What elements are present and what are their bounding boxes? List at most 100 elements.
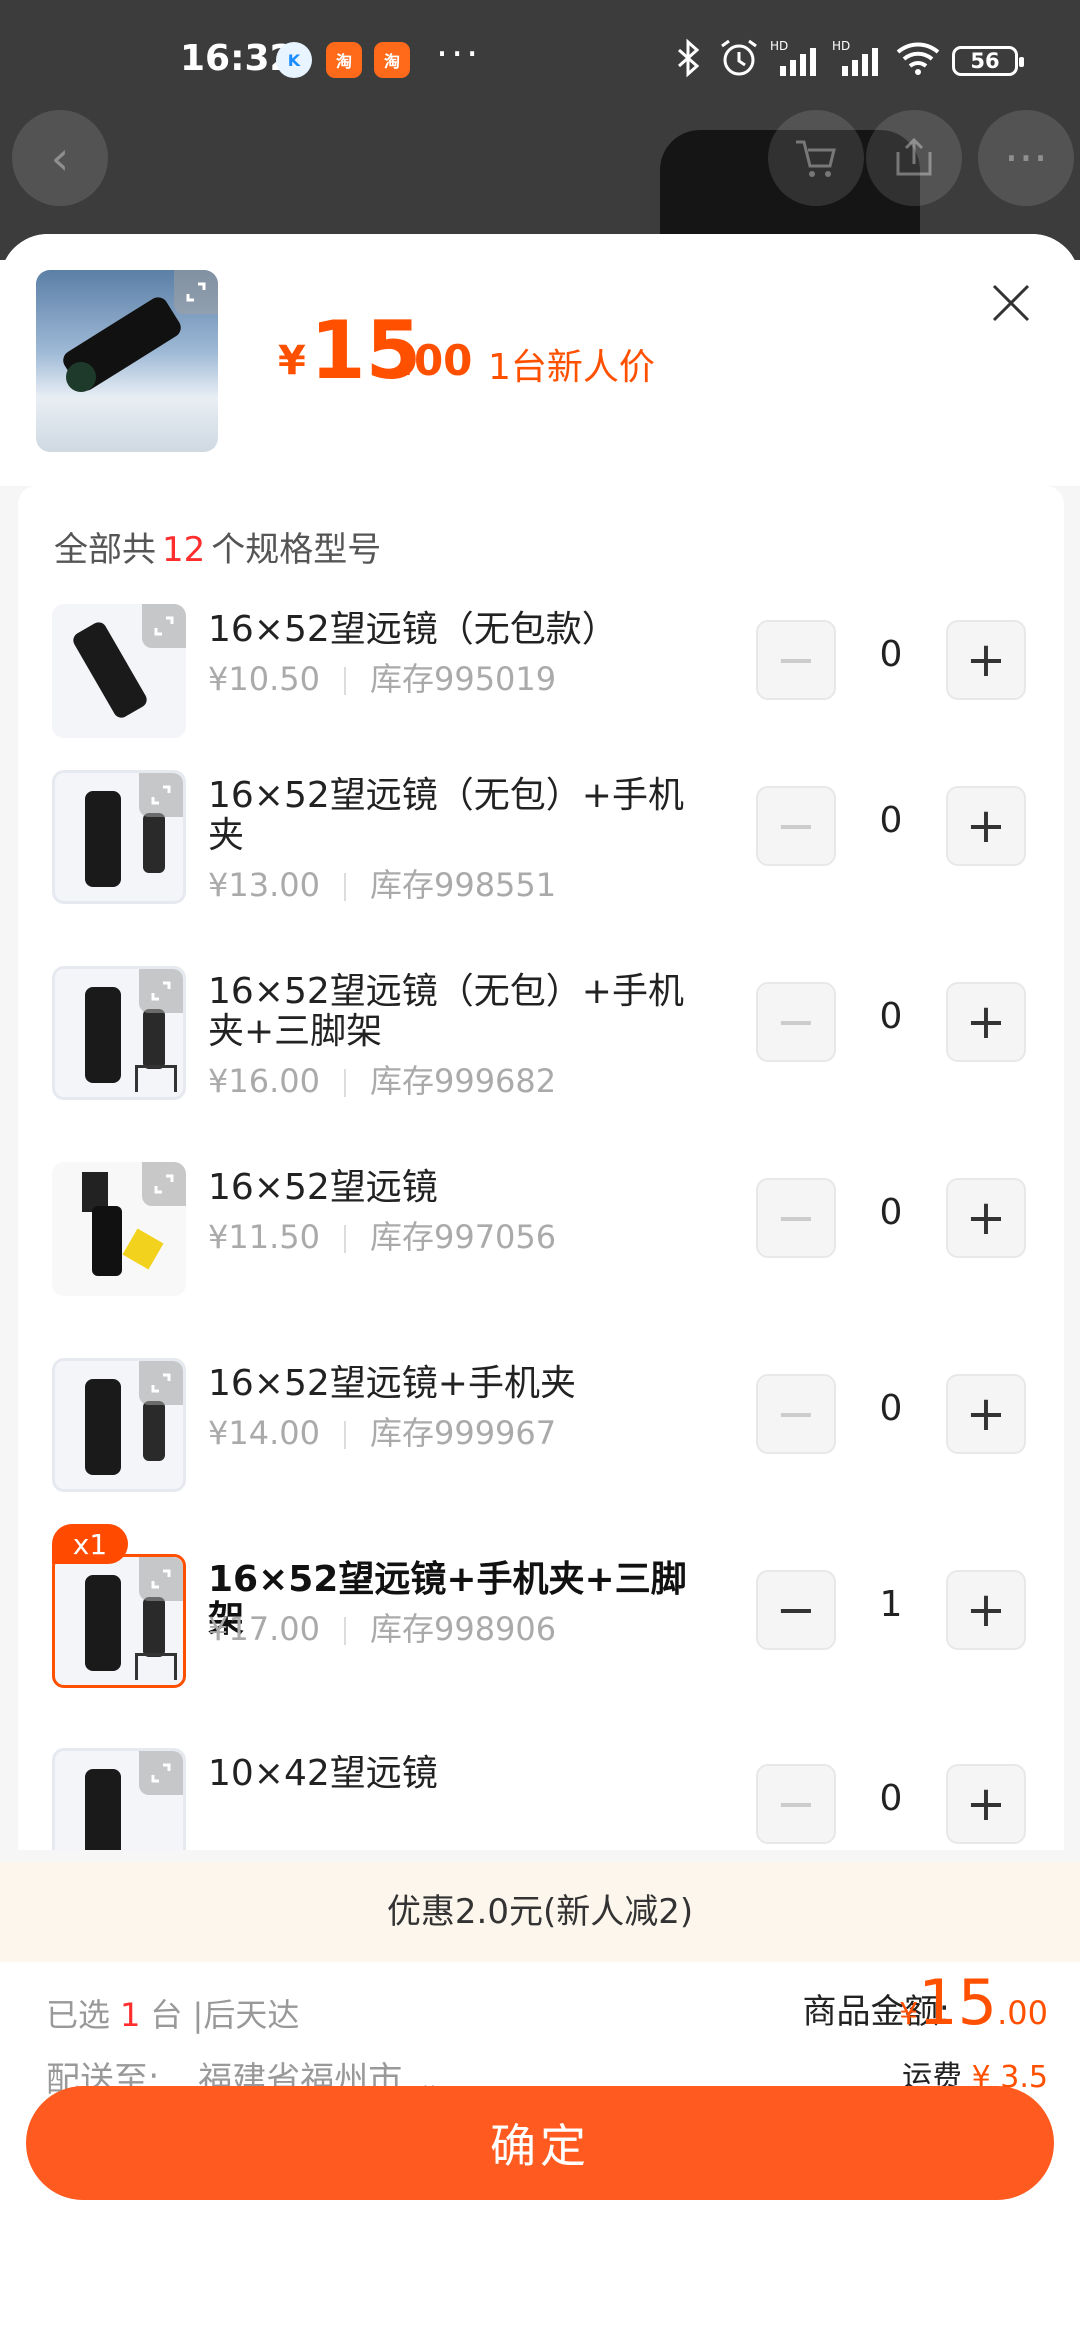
sku-thumbnail[interactable] <box>52 1162 186 1296</box>
sku-row[interactable]: 16×52望远镜+手机夹 ¥14.00 库存999967 − 0 + <box>18 1358 1064 1508</box>
decrement-button[interactable]: − <box>756 1374 836 1454</box>
quantity-value: 0 <box>879 800 903 841</box>
sku-count-prefix: 全部共 <box>54 530 156 570</box>
expand-image-icon[interactable] <box>139 1751 183 1795</box>
alarm-icon <box>721 39 757 76</box>
share-icon <box>866 110 962 206</box>
sku-stock: 库存998906 <box>369 1610 557 1648</box>
sku-meta: ¥13.00 库存998551 <box>208 860 556 906</box>
amount-decimal: .00 <box>997 1994 1048 2032</box>
quantity-stepper[interactable]: − 0 + <box>756 1178 1056 1264</box>
taobao-app-icon-2: 淘 <box>374 42 410 78</box>
decrement-button[interactable]: − <box>756 1570 836 1650</box>
sku-price: ¥13.00 <box>208 866 320 904</box>
selected-prefix: 已选 <box>46 1996 111 2034</box>
signal-hd-icon: HD <box>770 39 816 76</box>
total-amount: ¥15.00 <box>899 1966 1048 2039</box>
decrement-button[interactable]: − <box>756 786 836 866</box>
sku-thumbnail[interactable] <box>52 966 186 1100</box>
sku-row[interactable]: 16×52望远镜（无包款） ¥10.50 库存995019 − 0 + <box>18 604 1064 754</box>
decrement-button[interactable]: − <box>756 982 836 1062</box>
expand-image-icon[interactable] <box>142 1162 186 1206</box>
selected-suffix: 台 |后天达 <box>150 1996 300 2034</box>
signal-hd-icon-2: HD <box>832 39 878 76</box>
sku-list[interactable]: 全部共 12 个规格型号 16×52望远镜（无包款） ¥10.50 库存995019 … <box>18 486 1064 1850</box>
sku-thumbnail[interactable] <box>52 1748 186 1850</box>
sku-meta: ¥17.00 库存998906 <box>208 1604 556 1650</box>
decrement-button[interactable]: − <box>756 1178 836 1258</box>
increment-button[interactable]: + <box>946 1570 1026 1650</box>
sku-thumbnail[interactable] <box>52 770 186 904</box>
sku-thumbnail[interactable] <box>52 1358 186 1492</box>
increment-button[interactable]: + <box>946 982 1026 1062</box>
quantity-stepper[interactable]: − 0 + <box>756 1764 1056 1850</box>
amount-currency: ¥ <box>899 1997 919 2032</box>
sku-stock: 库存999682 <box>369 1062 557 1100</box>
sku-row[interactable]: 10×42望远镜 − 0 + <box>18 1748 1064 1850</box>
battery-indicator: 56 <box>952 46 1024 76</box>
sku-meta: ¥14.00 库存999967 <box>208 1408 556 1454</box>
expand-image-icon[interactable] <box>174 270 218 314</box>
sku-meta: ¥16.00 库存999682 <box>208 1056 556 1102</box>
amount-integer: 15 <box>918 1966 998 2039</box>
quantity-value: 0 <box>879 996 903 1037</box>
sku-count-suffix: 个规格型号 <box>211 530 382 570</box>
status-bar: 16:32 K 淘 淘 ··· HD HD 56 <box>0 0 1080 120</box>
sku-row[interactable]: 16×52望远镜（无包）+手机夹+三脚架 ¥16.00 库存999682 − 0 … <box>18 966 1064 1116</box>
sku-stock: 库存995019 <box>369 660 557 698</box>
back-icon: ‹ <box>12 110 108 206</box>
increment-button[interactable]: + <box>946 620 1026 700</box>
expand-image-icon[interactable] <box>142 604 186 648</box>
expand-image-icon[interactable] <box>139 1557 183 1601</box>
sku-name: 16×52望远镜 <box>208 1167 438 1208</box>
decrement-button[interactable]: − <box>756 620 836 700</box>
selected-summary: 已选 1 台 |后天达 <box>46 1990 299 2036</box>
sku-meta: ¥10.50 库存995019 <box>208 654 556 700</box>
increment-button[interactable]: + <box>946 1178 1026 1258</box>
svg-text:HD: HD <box>770 39 788 53</box>
confirm-button[interactable]: 确定 <box>26 2086 1054 2200</box>
more-icon: ··· <box>978 110 1074 206</box>
quantity-value: 0 <box>879 634 903 675</box>
selected-quantity-badge: x1 <box>52 1524 128 1564</box>
product-main-image[interactable] <box>36 270 218 452</box>
sku-thumbnail[interactable] <box>52 604 186 738</box>
sku-name: 16×52望远镜（无包）+手机夹+三脚架 <box>208 971 684 1052</box>
decrement-button[interactable]: − <box>756 1764 836 1844</box>
sheet-header: ¥ 15 .00 1台新人价 <box>0 234 1080 486</box>
close-icon[interactable] <box>988 280 1034 326</box>
checkout-footer: 已选 1 台 |后天达 配送至: 福建省福州市 ⌄ 商品金额: ¥15.00 运费 … <box>0 1962 1080 2340</box>
sku-row[interactable]: 16×52望远镜（无包）+手机夹 ¥13.00 库存998551 − 0 + <box>18 770 1064 920</box>
expand-image-icon[interactable] <box>139 773 183 817</box>
sku-name: 16×52望远镜（无包款） <box>208 609 618 650</box>
more-notifications-icon: ··· <box>436 32 482 76</box>
increment-button[interactable]: + <box>946 1374 1026 1454</box>
bluetooth-icon <box>678 38 700 78</box>
quantity-stepper[interactable]: − 0 + <box>756 982 1056 1068</box>
sku-price: ¥16.00 <box>208 1062 320 1100</box>
sku-price: ¥17.00 <box>208 1610 320 1648</box>
sku-selector-sheet: ¥ 15 .00 1台新人价 全部共 12 个规格型号 16×52望远镜（无包款） … <box>0 234 1080 2340</box>
sku-row[interactable]: 16×52望远镜 ¥11.50 库存997056 − 0 + <box>18 1162 1064 1312</box>
promotion-banner: 优惠2.0元(新人减2) <box>0 1862 1080 1962</box>
sku-row-selected[interactable]: x1 16×52望远镜+手机夹+三脚架 ¥17.00 库存998906 − 1 + <box>18 1524 1064 1704</box>
svg-text:HD: HD <box>832 39 850 53</box>
sku-meta: ¥11.50 库存997056 <box>208 1212 556 1258</box>
sku-price: ¥14.00 <box>208 1414 320 1452</box>
quantity-stepper[interactable]: − 0 + <box>756 786 1056 872</box>
quantity-stepper[interactable]: − 0 + <box>756 1374 1056 1460</box>
quantity-stepper[interactable]: − 1 + <box>756 1570 1056 1656</box>
wifi-icon <box>896 42 940 75</box>
quantity-value: 0 <box>879 1388 903 1429</box>
sku-count-label: 全部共 12 个规格型号 <box>54 522 381 571</box>
increment-button[interactable]: + <box>946 786 1026 866</box>
expand-image-icon[interactable] <box>139 1361 183 1405</box>
sku-thumbnail[interactable] <box>52 1554 186 1688</box>
increment-button[interactable]: + <box>946 1764 1026 1844</box>
selected-count: 1 <box>120 1996 141 2034</box>
expand-image-icon[interactable] <box>139 969 183 1013</box>
sku-name: 16×52望远镜（无包）+手机夹 <box>208 775 684 856</box>
sku-stock: 库存999967 <box>369 1414 557 1452</box>
quantity-stepper[interactable]: − 0 + <box>756 620 1056 706</box>
sku-price: ¥11.50 <box>208 1218 320 1256</box>
